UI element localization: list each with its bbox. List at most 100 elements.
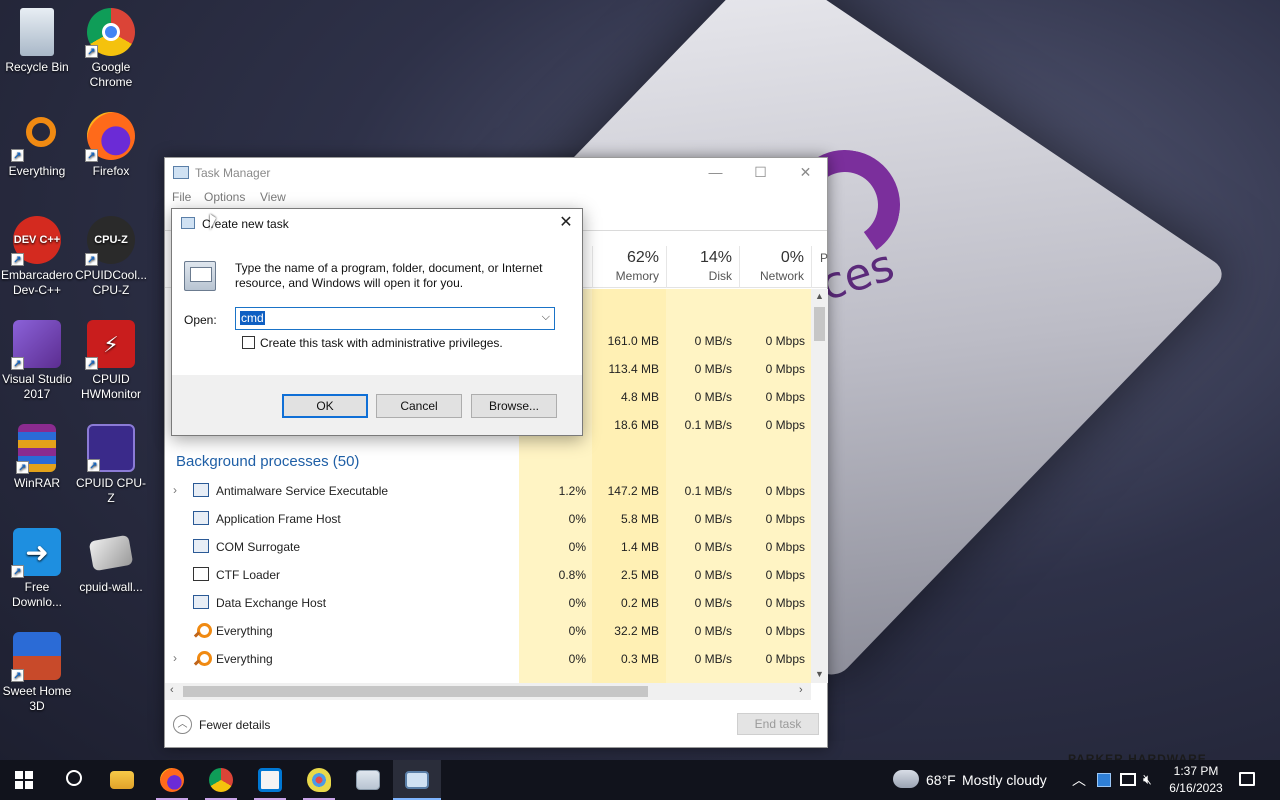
cpu-cell: 0%: [568, 512, 586, 526]
expand-chevron-icon[interactable]: ›: [173, 651, 177, 665]
desktop-icon-firefox[interactable]: ↗ Firefox: [74, 112, 148, 179]
vertical-scroll-thumb[interactable]: [814, 307, 825, 341]
task-manager-icon: [405, 771, 429, 789]
menu-view[interactable]: View: [260, 190, 286, 204]
scroll-up-icon[interactable]: ▲: [811, 291, 828, 301]
desktop-icon-hwmonitor[interactable]: ⚡ ↗ CPUID HWMonitor: [74, 320, 148, 402]
column-power[interactable]: P: [811, 246, 828, 288]
table-row[interactable]: › Everything 0% 0.3 MB 0 MB/s 0 Mbps: [165, 645, 811, 673]
recycle-bin-icon: [20, 8, 54, 56]
mouse-cursor-icon: [210, 214, 216, 230]
process-icon: [193, 511, 209, 525]
taskbar-firefox[interactable]: [148, 760, 196, 800]
desktop-icon-cpuid-wallpaper[interactable]: cpuid-wall...: [74, 528, 148, 595]
cpuz-icon: ↗: [87, 424, 135, 472]
start-button[interactable]: [0, 760, 48, 800]
table-row[interactable]: CTF Loader 0.8% 2.5 MB 0 MB/s 0 Mbps: [165, 561, 811, 589]
taskbar-remote-desktop[interactable]: [344, 760, 392, 800]
scroll-left-icon[interactable]: ‹: [170, 684, 174, 696]
tray-app-icon[interactable]: [1097, 773, 1111, 787]
open-input-value[interactable]: cmd: [240, 311, 265, 325]
process-icon: [193, 539, 209, 553]
cancel-button[interactable]: Cancel: [376, 394, 462, 418]
desktop-icon-devcpp[interactable]: DEV C++ ↗ Embarcadero Dev-C++: [0, 216, 74, 298]
admin-privileges-label[interactable]: Create this task with administrative pri…: [260, 336, 503, 350]
column-disk[interactable]: 14% Disk: [666, 246, 739, 288]
chrome-icon: [209, 768, 233, 792]
chevron-down-icon[interactable]: ⌵: [542, 311, 550, 324]
chevron-up-icon[interactable]: ︿: [173, 715, 192, 734]
desktop-icon-visual-studio[interactable]: ↗ Visual Studio 2017: [0, 320, 74, 402]
column-network[interactable]: 0% Network: [739, 246, 811, 288]
dialog-description: Type the name of a program, folder, docu…: [235, 261, 543, 290]
task-manager-title: Task Manager: [195, 166, 271, 180]
desktop-icon-recycle-bin[interactable]: Recycle Bin: [0, 8, 74, 75]
taskbar-chrome[interactable]: [197, 760, 245, 800]
chevron-up-icon[interactable]: ︿: [1072, 770, 1086, 790]
search-button[interactable]: [48, 760, 96, 800]
table-row[interactable]: › Antimalware Service Executable 1.2% 14…: [165, 477, 811, 505]
maximize-button[interactable]: ☐: [738, 158, 783, 187]
menu-options[interactable]: Options: [204, 190, 245, 204]
cpu-cell: 0%: [568, 596, 586, 610]
task-manager-titlebar[interactable]: Task Manager — ☐ ✕: [165, 158, 827, 187]
desktop-icon-label: Recycle Bin: [5, 60, 69, 74]
taskbar-file-explorer[interactable]: [98, 760, 146, 800]
clock-date[interactable]: 6/16/2023: [1160, 781, 1232, 795]
desktop-icon-label: WinRAR: [13, 476, 60, 490]
everything-icon: ↗: [11, 112, 61, 162]
network-cell: 0 Mbps: [765, 512, 805, 526]
process-icon: [193, 595, 209, 609]
menu-file[interactable]: File: [172, 190, 191, 204]
vertical-scrollbar[interactable]: ▲ ▼: [811, 289, 828, 683]
table-row[interactable]: Data Exchange Host 0% 0.2 MB 0 MB/s 0 Mb…: [165, 589, 811, 617]
dialog-titlebar[interactable]: Create new task ✕: [172, 209, 582, 239]
desktop-icon-cpuz[interactable]: ↗ CPUID CPU-Z: [74, 424, 148, 506]
fewer-details-link[interactable]: Fewer details: [199, 718, 270, 732]
desktop-icon-winrar[interactable]: ↗ WinRAR: [0, 424, 74, 491]
admin-privileges-checkbox[interactable]: [242, 336, 255, 349]
column-memory[interactable]: 62% Memory: [592, 246, 666, 288]
weather-description[interactable]: Mostly cloudy: [962, 772, 1047, 788]
horizontal-scroll-thumb[interactable]: [183, 686, 648, 697]
desktop-icon-chrome[interactable]: ↗ Google Chrome: [74, 8, 148, 90]
taskbar-paint[interactable]: [295, 760, 343, 800]
table-row[interactable]: Application Frame Host 0% 5.8 MB 0 MB/s …: [165, 505, 811, 533]
open-combobox[interactable]: cmd ⌵: [235, 307, 555, 330]
scroll-right-icon[interactable]: ›: [799, 684, 803, 696]
minimize-button[interactable]: —: [693, 158, 738, 187]
table-row[interactable]: Everything 0% 32.2 MB 0 MB/s 0 Mbps: [165, 617, 811, 645]
browse-button[interactable]: Browse...: [471, 394, 557, 418]
taskbar: 68°F Mostly cloudy ︿ 🔇︎ 1:37 PM 6/16/202…: [0, 760, 1280, 800]
volume-muted-icon[interactable]: 🔇︎: [1143, 771, 1152, 788]
end-task-button[interactable]: End task: [737, 713, 819, 735]
weather-temperature[interactable]: 68°F: [926, 772, 956, 788]
taskbar-task-manager[interactable]: [393, 760, 441, 800]
clock-time[interactable]: 1:37 PM: [1160, 764, 1232, 778]
firefox-icon: ↗: [85, 112, 135, 162]
desktop-icon-sweet-home[interactable]: ↗ Sweet Home 3D: [0, 632, 74, 714]
desktop-icon-everything[interactable]: ↗ Everything: [0, 112, 74, 179]
dialog-close-button[interactable]: ✕: [554, 212, 578, 234]
winrar-icon: ↗: [16, 424, 56, 474]
ok-button[interactable]: OK: [282, 394, 368, 418]
folder-icon: [110, 771, 134, 789]
window-icon: [356, 770, 380, 790]
expand-chevron-icon[interactable]: ›: [173, 483, 177, 497]
open-label: Open:: [184, 313, 217, 327]
taskbar-store[interactable]: [246, 760, 294, 800]
free-download-icon: ➜ ↗: [11, 528, 61, 578]
notification-icon[interactable]: [1239, 772, 1255, 786]
close-button[interactable]: ✕: [783, 158, 828, 187]
table-row[interactable]: COM Surrogate 0% 1.4 MB 0 MB/s 0 Mbps: [165, 533, 811, 561]
desktop-icon-cpuz-cool[interactable]: CPU-Z ↗ CPUIDCool... CPU-Z: [74, 216, 148, 298]
horizontal-scrollbar[interactable]: ‹ ›: [165, 683, 811, 700]
disk-cell: 0 MB/s: [694, 362, 732, 376]
memory-cell: 2.5 MB: [620, 568, 659, 582]
chrome-icon: ↗: [85, 8, 135, 58]
scroll-down-icon[interactable]: ▼: [811, 669, 828, 679]
network-icon[interactable]: [1120, 773, 1136, 786]
cloud-weather-icon[interactable]: [893, 770, 919, 788]
desktop-icon-free-download[interactable]: ➜ ↗ Free Downlo...: [0, 528, 74, 610]
network-cell: 0 Mbps: [765, 624, 805, 638]
